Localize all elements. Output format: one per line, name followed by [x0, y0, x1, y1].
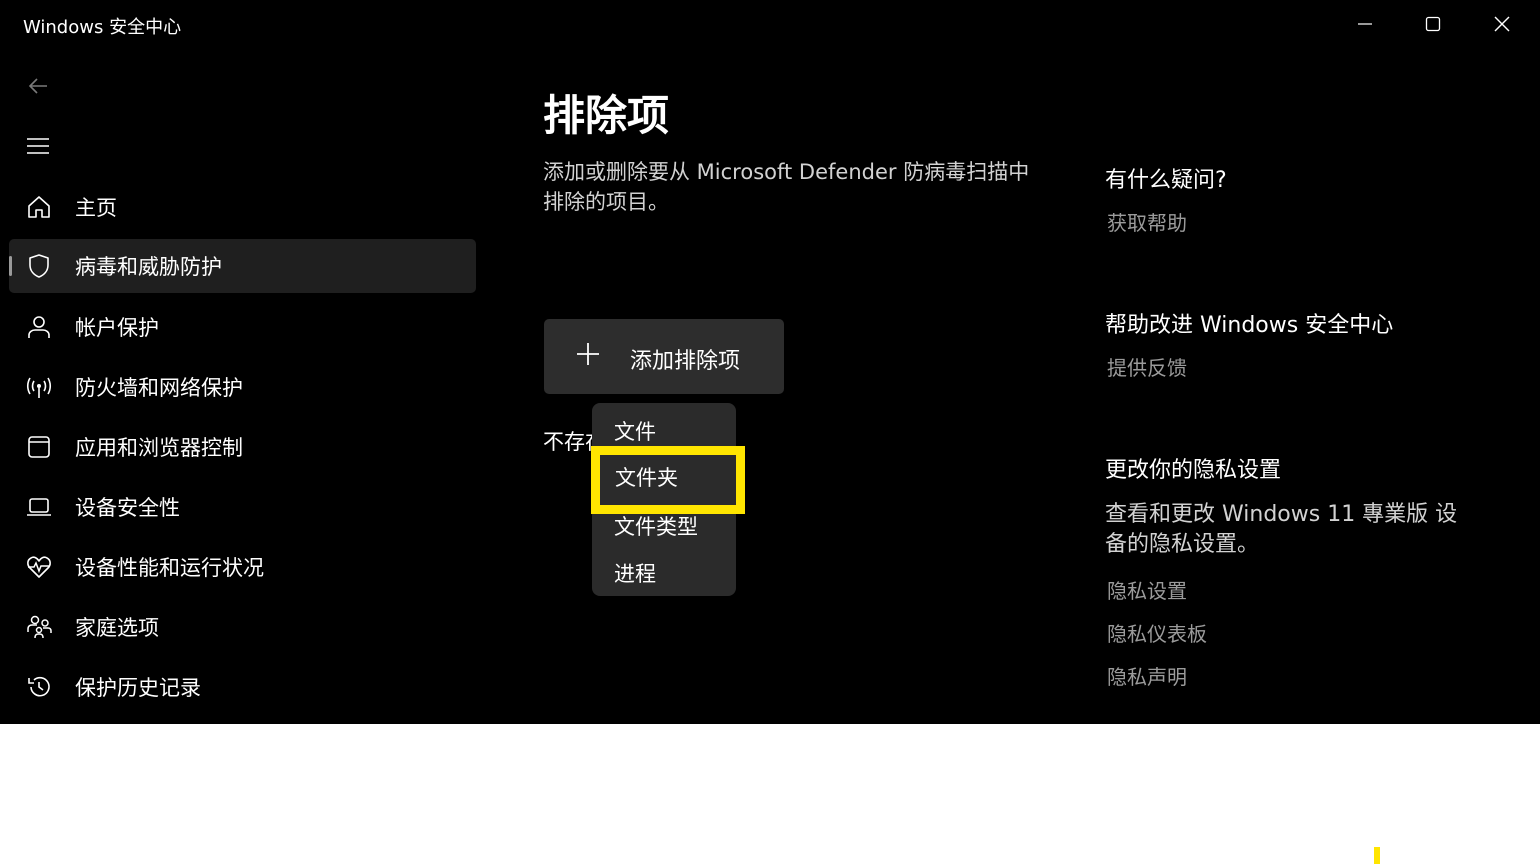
- plus-icon: [577, 343, 599, 365]
- sidebar-item-label: 保护历史记录: [75, 676, 201, 700]
- close-button[interactable]: [1468, 0, 1536, 48]
- dropdown-item-file-type[interactable]: 文件类型: [614, 511, 698, 541]
- text-cursor-marker: [1374, 847, 1380, 864]
- sidebar-item-label: 主页: [75, 196, 117, 220]
- history-icon: [26, 674, 52, 700]
- wifi-antenna-icon: [26, 374, 52, 400]
- hamburger-menu-icon: [27, 138, 49, 154]
- improve-heading: 帮助改进 Windows 安全中心: [1105, 313, 1394, 338]
- privacy-settings-link[interactable]: 隐私设置: [1107, 575, 1187, 604]
- maximize-icon: [1425, 16, 1441, 32]
- minimize-button[interactable]: [1331, 0, 1399, 48]
- windows-security-app: Windows 安全中心 主页 病毒和威胁防护 帐户保护 防火墙和网络保护 应用…: [0, 0, 1540, 724]
- sidebar-item-device-security[interactable]: 设备安全性: [9, 480, 476, 534]
- window-title: Windows 安全中心: [23, 17, 182, 38]
- laptop-icon: [26, 494, 52, 520]
- sidebar-item-family[interactable]: 家庭选项: [9, 600, 476, 654]
- page-description: 添加或删除要从 Microsoft Defender 防病毒扫描中排除的项目。: [543, 160, 1030, 214]
- sidebar-item-app-browser[interactable]: 应用和浏览器控制: [9, 420, 476, 474]
- family-icon: [26, 614, 52, 640]
- minimize-icon: [1358, 23, 1372, 25]
- sidebar-item-label: 帐户保护: [75, 316, 159, 340]
- dropdown-item-folder-highlight[interactable]: 文件夹: [591, 446, 745, 514]
- heart-pulse-icon: [26, 554, 52, 580]
- shield-icon: [26, 253, 52, 279]
- maximize-button[interactable]: [1399, 0, 1467, 48]
- page-title: 排除项: [543, 91, 670, 140]
- sidebar-item-account[interactable]: 帐户保护: [9, 300, 476, 354]
- get-help-link[interactable]: 获取帮助: [1107, 207, 1187, 236]
- dropdown-item-file[interactable]: 文件: [614, 416, 656, 446]
- sidebar-item-label: 家庭选项: [75, 616, 159, 640]
- sidebar-item-history[interactable]: 保护历史记录: [9, 660, 476, 714]
- privacy-heading: 更改你的隐私设置: [1105, 458, 1282, 483]
- app-window-icon: [26, 434, 52, 460]
- person-icon: [26, 314, 52, 340]
- sidebar-item-label: 设备安全性: [75, 496, 180, 520]
- home-icon: [26, 194, 52, 220]
- sidebar-item-firewall[interactable]: 防火墙和网络保护: [9, 360, 476, 414]
- sidebar-item-virus-protection[interactable]: 病毒和威胁防护: [9, 239, 476, 293]
- back-arrow-icon: [28, 78, 47, 94]
- sidebar-item-label: 应用和浏览器控制: [75, 436, 243, 460]
- add-exclusion-label: 添加排除项: [630, 349, 741, 374]
- question-heading: 有什么疑问?: [1105, 168, 1227, 193]
- menu-button[interactable]: [22, 130, 54, 162]
- sidebar-item-label: 病毒和威胁防护: [75, 255, 222, 279]
- sidebar-item-label: 防火墙和网络保护: [75, 376, 243, 400]
- add-exclusion-button[interactable]: 添加排除项: [544, 319, 784, 394]
- privacy-description: 查看和更改 Windows 11 專業版 设备的隐私设置。: [1105, 502, 1458, 557]
- dropdown-item-process[interactable]: 进程: [614, 558, 656, 588]
- dropdown-item-folder[interactable]: 文件夹: [615, 462, 678, 492]
- sidebar-item-label: 设备性能和运行状况: [75, 556, 264, 580]
- sidebar-item-device-performance[interactable]: 设备性能和运行状况: [9, 540, 476, 594]
- privacy-dashboard-link[interactable]: 隐私仪表板: [1107, 618, 1207, 647]
- feedback-link[interactable]: 提供反馈: [1107, 352, 1187, 381]
- close-icon: [1494, 16, 1510, 32]
- privacy-statement-link[interactable]: 隐私声明: [1107, 661, 1187, 690]
- sidebar-item-home[interactable]: 主页: [9, 180, 476, 234]
- back-button[interactable]: [22, 70, 54, 102]
